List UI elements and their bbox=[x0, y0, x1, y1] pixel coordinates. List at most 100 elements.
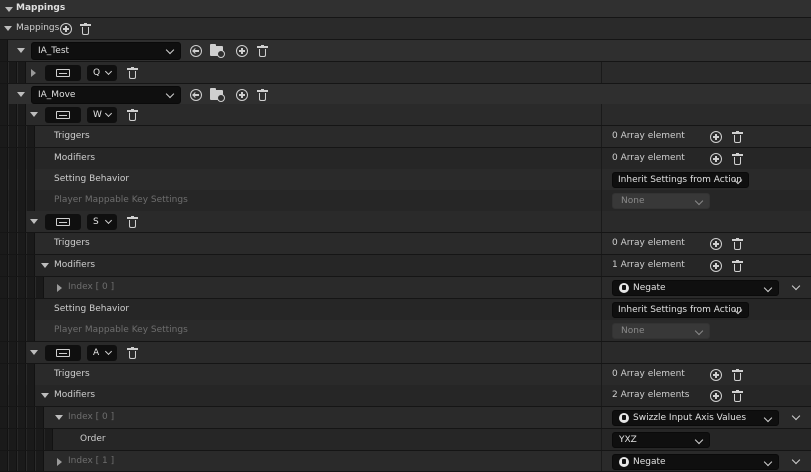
chevron-down-icon bbox=[763, 413, 773, 423]
key-select[interactable]: Q bbox=[87, 65, 117, 81]
chevron-down-icon[interactable] bbox=[30, 350, 38, 355]
chevron-down-icon bbox=[165, 89, 175, 99]
action-name: IA_Move bbox=[38, 90, 76, 100]
delete-icon[interactable] bbox=[732, 260, 743, 272]
action-select[interactable]: IA_Move bbox=[31, 86, 181, 104]
select-value: Swizzle Input Axis Values bbox=[633, 413, 747, 423]
chevron-down-icon[interactable] bbox=[41, 393, 49, 398]
delete-icon[interactable] bbox=[257, 45, 268, 57]
key-row-s: S bbox=[0, 211, 811, 233]
action-row-ia-move: IA_Move bbox=[0, 84, 811, 106]
chevron-down-icon[interactable] bbox=[5, 7, 13, 12]
add-icon[interactable] bbox=[710, 131, 722, 143]
select-value: YXZ bbox=[619, 435, 637, 445]
delete-icon[interactable] bbox=[732, 390, 743, 402]
key-selector-button[interactable] bbox=[45, 214, 81, 230]
key-select[interactable]: A bbox=[87, 345, 117, 361]
chevron-right-icon[interactable] bbox=[57, 284, 62, 292]
browse-folder-icon[interactable] bbox=[210, 44, 225, 58]
delete-icon[interactable] bbox=[127, 67, 138, 79]
delete-icon[interactable] bbox=[257, 89, 268, 101]
chevron-down-icon[interactable] bbox=[30, 112, 38, 117]
key-select[interactable]: S bbox=[87, 214, 117, 230]
property-row-setting-behavior: Setting Behavior Inherit Settings from A… bbox=[0, 299, 811, 321]
property-row-modifiers: Modifiers 2 Array elements bbox=[0, 385, 811, 407]
property-label: Order bbox=[80, 434, 106, 444]
chevron-down-icon bbox=[763, 283, 773, 293]
chevron-down-icon bbox=[165, 45, 175, 55]
setting-behavior-select[interactable]: Inherit Settings from Action bbox=[612, 172, 749, 188]
delete-icon[interactable] bbox=[127, 109, 138, 121]
delete-icon[interactable] bbox=[732, 131, 743, 143]
chevron-down-icon[interactable] bbox=[17, 48, 25, 53]
add-icon[interactable] bbox=[710, 153, 722, 165]
property-row-order: Order YXZ bbox=[0, 429, 811, 451]
key-label: S bbox=[93, 217, 99, 227]
chevron-down-icon bbox=[763, 457, 773, 467]
order-select[interactable]: YXZ bbox=[612, 432, 710, 448]
property-row-triggers: Triggers 0 Array element bbox=[0, 126, 811, 148]
chevron-down-icon bbox=[104, 109, 113, 118]
chevron-down-icon[interactable] bbox=[791, 411, 801, 421]
chevron-down-icon bbox=[694, 326, 704, 336]
mappings-label: Mappings bbox=[16, 23, 60, 33]
add-icon[interactable] bbox=[710, 390, 722, 402]
keyboard-icon bbox=[56, 349, 70, 357]
key-selector-button[interactable] bbox=[45, 107, 81, 123]
chevron-down-icon bbox=[104, 67, 113, 76]
chevron-right-icon[interactable] bbox=[31, 69, 36, 77]
property-label: Modifiers bbox=[54, 390, 96, 400]
delete-icon[interactable] bbox=[732, 369, 743, 381]
chevron-down-icon[interactable] bbox=[41, 263, 49, 268]
add-icon[interactable] bbox=[710, 238, 722, 250]
add-icon[interactable] bbox=[236, 89, 248, 101]
property-label: Player Mappable Key Settings bbox=[54, 325, 188, 335]
property-row-triggers: Triggers 0 Array element bbox=[0, 233, 811, 255]
key-row-q: Q bbox=[0, 62, 811, 84]
modifier-class-select[interactable]: Negate bbox=[612, 280, 779, 296]
add-icon[interactable] bbox=[710, 260, 722, 272]
browse-back-icon[interactable] bbox=[190, 45, 202, 57]
property-row-index-0: Index [ 0 ] Swizzle Input Axis Values bbox=[0, 407, 811, 429]
chevron-down-icon bbox=[104, 216, 113, 225]
property-label: Setting Behavior bbox=[54, 174, 130, 184]
chevron-down-icon[interactable] bbox=[791, 281, 801, 291]
key-selector-button[interactable] bbox=[45, 65, 81, 81]
setting-behavior-select[interactable]: Inherit Settings from Action bbox=[612, 302, 749, 318]
browse-folder-icon[interactable] bbox=[210, 88, 225, 102]
action-select[interactable]: IA_Test bbox=[31, 42, 181, 60]
property-label: Triggers bbox=[54, 131, 90, 141]
property-row-player-mappable: Player Mappable Key Settings None bbox=[0, 190, 811, 212]
key-label: W bbox=[93, 110, 102, 120]
delete-mapping-icon[interactable] bbox=[80, 23, 91, 35]
player-mappable-select: None bbox=[612, 323, 710, 339]
key-select[interactable]: W bbox=[87, 107, 117, 123]
property-label: Setting Behavior bbox=[54, 304, 130, 314]
delete-icon[interactable] bbox=[732, 238, 743, 250]
select-value: Inherit Settings from Action bbox=[618, 305, 742, 315]
add-icon[interactable] bbox=[710, 369, 722, 381]
modifier-icon bbox=[619, 457, 629, 467]
modifier-icon bbox=[619, 283, 629, 293]
modifier-class-select[interactable]: Swizzle Input Axis Values bbox=[612, 410, 779, 426]
chevron-down-icon bbox=[104, 347, 113, 356]
key-label: Q bbox=[93, 68, 101, 78]
add-icon[interactable] bbox=[236, 45, 248, 57]
chevron-right-icon[interactable] bbox=[57, 458, 62, 466]
key-selector-button[interactable] bbox=[45, 345, 81, 361]
chevron-down-icon[interactable] bbox=[17, 92, 25, 97]
delete-icon[interactable] bbox=[127, 216, 138, 228]
modifier-class-select[interactable]: Negate bbox=[612, 454, 779, 470]
add-mapping-icon[interactable] bbox=[60, 23, 72, 35]
chevron-down-icon[interactable] bbox=[4, 26, 12, 31]
chevron-down-icon[interactable] bbox=[30, 219, 38, 224]
array-count: 0 Array element bbox=[612, 369, 685, 379]
property-row-index-1: Index [ 1 ] Negate bbox=[0, 451, 811, 472]
delete-icon[interactable] bbox=[732, 153, 743, 165]
chevron-down-icon[interactable] bbox=[55, 415, 63, 420]
mappings-section-header[interactable]: Mappings bbox=[0, 0, 811, 18]
chevron-down-icon[interactable] bbox=[791, 455, 801, 465]
delete-icon[interactable] bbox=[127, 347, 138, 359]
browse-back-icon[interactable] bbox=[190, 89, 202, 101]
property-row-setting-behavior: Setting Behavior Inherit Settings from A… bbox=[0, 169, 811, 191]
